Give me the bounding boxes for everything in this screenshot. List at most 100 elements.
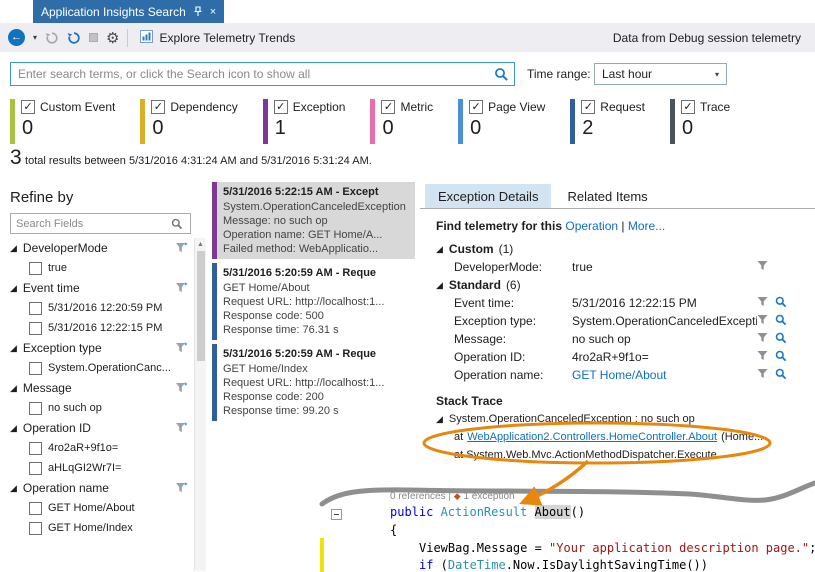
settings-button[interactable]: ⚙ <box>106 29 119 47</box>
stack-frame-link[interactable]: WebApplication2.Controllers.HomeControll… <box>467 431 717 443</box>
expander-icon[interactable]: ◢ <box>10 383 17 394</box>
refine-option-operation-id-1[interactable]: 4ro2aR+9f1o= <box>0 438 193 458</box>
string-literal: "Your application description page." <box>549 541 810 555</box>
detail-value: 4ro2aR+9f1o= <box>572 350 649 364</box>
stack-trace-exception-line[interactable]: ◢ System.OperationCanceledException : no… <box>420 410 815 428</box>
expander-icon[interactable]: ◢ <box>436 244 443 255</box>
refine-group-operation-id[interactable]: ◢ Operation ID <box>0 418 193 438</box>
time-range-dropdown[interactable]: Last hour ▾ <box>594 63 727 85</box>
filter-checkbox-exception[interactable]: ✓ <box>273 100 288 114</box>
search-value-icon[interactable] <box>775 368 787 383</box>
standard-group-header[interactable]: ◢ Standard (6) <box>420 276 815 294</box>
pin-icon[interactable] <box>193 6 203 17</box>
stop-button[interactable] <box>89 33 99 42</box>
refine-group-operation-name[interactable]: ◢ Operation name <box>0 478 193 498</box>
filter-by-value-icon[interactable] <box>757 296 768 310</box>
code-line-if[interactable]: if (DateTime.Now.IsDaylightSavingTime()) <box>419 558 708 572</box>
code-line-method-signature[interactable]: public ActionResult About() <box>390 505 585 519</box>
search-value-icon[interactable] <box>775 314 787 329</box>
refine-option-exception-type[interactable]: System.OperationCanc... <box>0 358 193 378</box>
add-filter-icon[interactable] <box>175 342 188 357</box>
option-checkbox[interactable] <box>29 461 42 475</box>
scrollbar-thumb[interactable] <box>196 251 205 361</box>
refine-option-operation-id-2[interactable]: aHLqGI2Wr7I= <box>0 458 193 478</box>
refine-option-event-time-2[interactable]: 5/31/2016 12:22:15 PM <box>0 318 193 338</box>
expander-icon[interactable]: ◢ <box>10 483 17 494</box>
refine-option-get-home-index[interactable]: GET Home/Index <box>0 518 193 538</box>
search-value-icon[interactable] <box>775 350 787 365</box>
add-filter-icon[interactable] <box>175 242 188 257</box>
operation-link[interactable]: Operation <box>565 219 618 233</box>
expander-icon[interactable]: ◢ <box>10 423 17 434</box>
search-fields-input[interactable] <box>11 217 164 230</box>
expander-icon[interactable]: ◢ <box>10 243 17 254</box>
search-value-icon[interactable] <box>775 296 787 311</box>
scrollbar-up-icon[interactable]: ▲ <box>195 241 206 248</box>
option-checkbox[interactable] <box>29 501 42 515</box>
add-filter-icon[interactable] <box>175 482 188 497</box>
refine-group-developermode[interactable]: ◢ DeveloperMode <box>0 238 193 258</box>
add-filter-icon[interactable] <box>175 282 188 297</box>
refine-option-get-home-about[interactable]: GET Home/About <box>0 498 193 518</box>
expander-icon[interactable]: ◢ <box>10 283 17 294</box>
option-checkbox[interactable] <box>29 521 42 535</box>
refresh-button[interactable] <box>45 31 59 45</box>
operation-name-link[interactable]: GET Home/About <box>572 368 757 382</box>
option-checkbox[interactable] <box>29 261 42 275</box>
tab-exception-details[interactable]: Exception Details <box>425 184 552 208</box>
refine-option-no-such-op[interactable]: no such op <box>0 398 193 418</box>
refine-group-message[interactable]: ◢ Message <box>0 378 193 398</box>
codelens-indicator[interactable]: 0 references | ◆ 1 exception <box>390 491 515 502</box>
filter-by-value-icon[interactable] <box>757 332 768 346</box>
detail-value: true <box>572 260 593 274</box>
search-input[interactable] <box>11 67 488 81</box>
filter-dependency: ✓ Dependency 0 <box>140 99 238 144</box>
back-dropdown-caret-icon[interactable]: ▾ <box>33 33 37 42</box>
filter-checkbox-metric[interactable]: ✓ <box>381 100 396 114</box>
more-link[interactable]: More... <box>628 219 665 233</box>
search-fields-icon[interactable] <box>164 218 190 230</box>
filter-by-value-icon[interactable] <box>757 350 768 364</box>
option-checkbox[interactable] <box>29 361 42 375</box>
result-item-exception[interactable]: 5/31/2016 5:22:15 AM - Except System.Ope… <box>212 182 415 259</box>
option-checkbox[interactable] <box>29 301 42 315</box>
filter-by-value-icon[interactable] <box>757 368 768 382</box>
refine-scrollbar[interactable]: ▲ <box>194 238 206 571</box>
search-value-icon[interactable] <box>775 332 787 347</box>
custom-group-header[interactable]: ◢ Custom (1) <box>420 240 815 258</box>
expander-icon[interactable]: ◢ <box>436 280 443 291</box>
explore-telemetry-trends-button[interactable]: Explore Telemetry Trends <box>136 28 299 48</box>
refine-group-event-time[interactable]: ◢ Event time <box>0 278 193 298</box>
filter-checkbox-page-view[interactable]: ✓ <box>469 100 484 114</box>
filter-by-value-icon[interactable] <box>757 314 768 328</box>
add-filter-icon[interactable] <box>175 382 188 397</box>
refresh-icon <box>45 31 58 44</box>
close-icon[interactable]: × <box>210 6 216 18</box>
filter-checkbox-dependency[interactable]: ✓ <box>151 100 166 114</box>
filter-checkbox-trace[interactable]: ✓ <box>681 100 695 114</box>
tab-related-items[interactable]: Related Items <box>554 184 660 208</box>
reset-search-button[interactable] <box>67 31 81 45</box>
result-item-request-about[interactable]: 5/31/2016 5:20:59 AM - Reque GET Home/Ab… <box>212 263 415 340</box>
back-button[interactable]: ← <box>8 29 25 46</box>
refine-group-exception-type[interactable]: ◢ Exception type <box>0 338 193 358</box>
expander-icon[interactable]: ◢ <box>436 414 443 425</box>
expander-icon[interactable]: ◢ <box>10 343 17 354</box>
refine-option-true[interactable]: true <box>0 258 193 278</box>
refine-option-event-time-1[interactable]: 5/31/2016 12:20:59 PM <box>0 298 193 318</box>
option-checkbox[interactable] <box>29 441 42 455</box>
filter-by-value-icon[interactable] <box>757 260 768 274</box>
option-checkbox[interactable] <box>29 401 42 415</box>
add-filter-icon[interactable] <box>175 422 188 437</box>
filter-checkbox-request[interactable]: ✓ <box>581 100 596 114</box>
code-line-open-brace[interactable]: { <box>390 523 397 537</box>
search-icon[interactable] <box>488 67 514 82</box>
method-name-about[interactable]: About <box>534 505 571 519</box>
collapse-region-icon[interactable] <box>331 509 342 520</box>
option-checkbox[interactable] <box>29 321 42 335</box>
code-line-viewbag[interactable]: ViewBag.Message = "Your application desc… <box>419 541 815 555</box>
time-range-label: Time range: <box>527 67 591 81</box>
tab-application-insights-search[interactable]: Application Insights Search × <box>33 0 225 23</box>
filter-checkbox-custom-event[interactable]: ✓ <box>21 100 35 114</box>
result-item-request-index[interactable]: 5/31/2016 5:20:59 AM - Reque GET Home/In… <box>212 344 415 421</box>
